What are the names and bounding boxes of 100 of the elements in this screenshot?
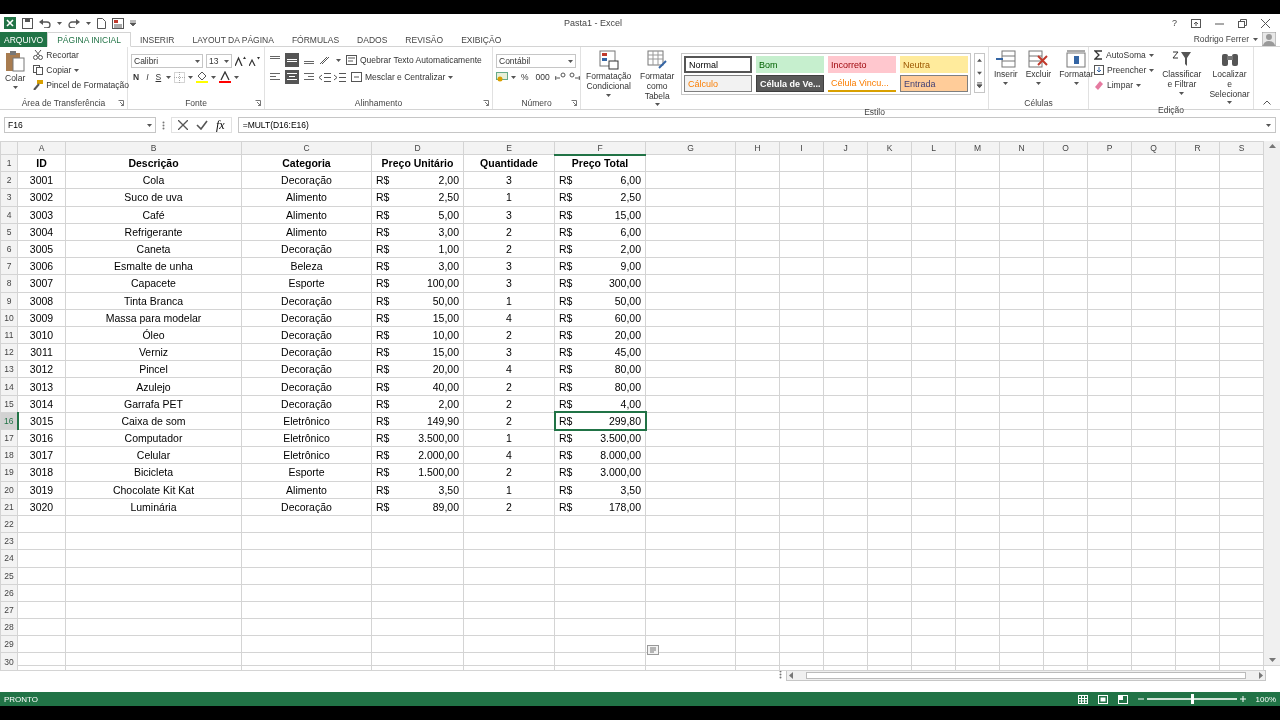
cell-style[interactable]: Célula de Ve... <box>756 75 824 92</box>
form-icon[interactable] <box>112 17 124 29</box>
splitter-dots-icon[interactable] <box>162 120 165 130</box>
cancel-icon[interactable] <box>178 120 188 130</box>
center-button[interactable] <box>285 70 299 84</box>
page-break-icon[interactable] <box>1117 694 1128 704</box>
name-box[interactable]: F16 <box>4 117 156 133</box>
column-header[interactable]: N <box>999 141 1044 155</box>
page-layout-icon[interactable] <box>1097 694 1108 704</box>
font-size-dropdown[interactable]: 13 <box>206 54 232 68</box>
zoom-out-icon[interactable] <box>1137 696 1144 702</box>
ribbon-tab[interactable]: REVISÃO <box>396 32 453 47</box>
quick-analysis-icon[interactable] <box>647 645 659 655</box>
close-icon[interactable] <box>1261 18 1270 28</box>
percent-button[interactable]: % <box>519 71 531 83</box>
format-as-table-button[interactable]: Formatar como Tabela <box>637 49 677 108</box>
ribbon-tab[interactable]: DADOS <box>348 32 397 47</box>
dialog-launcher-icon[interactable] <box>255 100 261 106</box>
column-header[interactable]: G <box>645 141 736 155</box>
save-icon[interactable] <box>22 17 33 29</box>
paste-button[interactable]: Colar <box>3 49 28 90</box>
horizontal-scrollbar[interactable] <box>786 670 1266 681</box>
ribbon-tab[interactable]: EXIBIÇÃO <box>452 32 511 47</box>
column-header[interactable]: P <box>1087 141 1132 155</box>
dialog-launcher-icon[interactable] <box>571 100 577 106</box>
new-document-icon[interactable] <box>97 17 106 29</box>
dialog-launcher-icon[interactable] <box>483 100 489 106</box>
restore-icon[interactable] <box>1238 18 1247 28</box>
sort-filter-button[interactable]: Classificar e Filtrar <box>1160 49 1204 96</box>
column-header[interactable]: B <box>65 141 242 155</box>
fill-button[interactable]: Preencher <box>1092 64 1157 76</box>
scroll-up-icon[interactable] <box>1268 143 1276 148</box>
cell-style[interactable]: Incorreto <box>828 56 896 73</box>
undo-icon[interactable] <box>39 18 51 28</box>
ribbon-tab[interactable]: INSERIR <box>131 32 184 47</box>
ribbon-tab[interactable]: LAYOUT DA PÁGINA <box>183 32 283 47</box>
bold-button[interactable]: N <box>131 71 142 83</box>
ribbon-tab[interactable]: FÓRMULAS <box>282 32 349 47</box>
format-painter-button[interactable]: Pincel de Formatação <box>31 79 131 91</box>
ribbon-tab[interactable]: PÁGINA INICIAL <box>47 32 131 47</box>
normal-view-icon[interactable] <box>1077 694 1088 704</box>
italic-button[interactable]: I <box>144 71 151 83</box>
merge-center-button[interactable]: Mesclar e Centralizar <box>349 71 456 83</box>
accounting-icon[interactable] <box>496 72 508 82</box>
ribbon-display-icon[interactable] <box>1191 18 1201 28</box>
column-header[interactable]: F <box>554 141 646 155</box>
column-header[interactable]: D <box>371 141 464 155</box>
dialog-launcher-icon[interactable] <box>118 100 124 106</box>
help-button[interactable]: ? <box>1172 18 1177 28</box>
insert-button[interactable]: Inserir <box>992 49 1020 86</box>
column-header[interactable]: I <box>779 141 824 155</box>
zoom-in-icon[interactable] <box>1239 696 1246 702</box>
font-name-dropdown[interactable]: Calibri <box>131 54 203 68</box>
column-header[interactable]: A <box>17 141 66 155</box>
decrease-indent-icon[interactable] <box>319 72 331 82</box>
column-header[interactable]: C <box>241 141 372 155</box>
increase-font-size-icon[interactable] <box>235 56 246 66</box>
fill-color-icon[interactable] <box>196 71 209 83</box>
column-header[interactable]: S <box>1219 141 1264 155</box>
user-name[interactable]: Rodrigo Ferrer <box>1193 34 1249 44</box>
scroll-right-icon[interactable] <box>1259 672 1264 679</box>
column-header[interactable]: L <box>911 141 956 155</box>
wrap-text-button[interactable]: Quebrar Texto Automaticamente <box>344 54 484 66</box>
column-header[interactable]: K <box>867 141 912 155</box>
cell-style[interactable]: Normal <box>684 56 752 73</box>
vertical-scrollbar[interactable] <box>1264 141 1280 665</box>
scroll-left-icon[interactable] <box>788 672 793 679</box>
enter-check-icon[interactable] <box>196 120 208 130</box>
decrease-decimal-icon[interactable] <box>568 72 580 82</box>
insert-function-button[interactable]: fx <box>216 117 225 133</box>
increase-indent-icon[interactable] <box>334 72 346 82</box>
cell-style[interactable]: Neutra <box>900 56 968 73</box>
column-header[interactable]: E <box>463 141 555 155</box>
increase-decimal-icon[interactable] <box>554 72 566 82</box>
column-header[interactable]: O <box>1043 141 1088 155</box>
underline-button[interactable]: S <box>153 71 164 83</box>
autosum-button[interactable]: AutoSoma <box>1092 49 1157 61</box>
conditional-formatting-button[interactable]: Formatação Condicional <box>584 49 634 98</box>
column-header[interactable]: M <box>955 141 1000 155</box>
thousands-button[interactable]: 000 <box>533 71 552 83</box>
delete-button[interactable]: Excluir <box>1023 49 1054 86</box>
number-format-dropdown[interactable]: Contábil <box>496 54 576 68</box>
redo-icon[interactable] <box>68 18 80 28</box>
scroll-thumb[interactable] <box>806 672 1246 679</box>
splitter-dots-icon[interactable] <box>779 670 782 679</box>
copy-button[interactable]: Copiar <box>31 64 131 76</box>
zoom-percent[interactable]: 100% <box>1255 694 1276 704</box>
column-header[interactable]: R <box>1175 141 1220 155</box>
customize-caret-icon[interactable] <box>130 20 136 26</box>
column-header[interactable]: H <box>735 141 780 155</box>
find-select-button[interactable]: Localizar e Selecionar <box>1207 49 1252 106</box>
cut-button[interactable]: Recortar <box>31 49 131 61</box>
cell-style[interactable]: Bom <box>756 56 824 73</box>
column-header[interactable]: J <box>823 141 868 155</box>
align-middle-button[interactable] <box>285 53 299 67</box>
file-tab[interactable]: ARQUIVO <box>0 32 48 47</box>
spreadsheet-logo-icon[interactable] <box>4 17 16 29</box>
font-color-icon[interactable] <box>219 71 232 83</box>
column-header[interactable]: Q <box>1131 141 1176 155</box>
decrease-font-size-icon[interactable] <box>249 56 260 66</box>
